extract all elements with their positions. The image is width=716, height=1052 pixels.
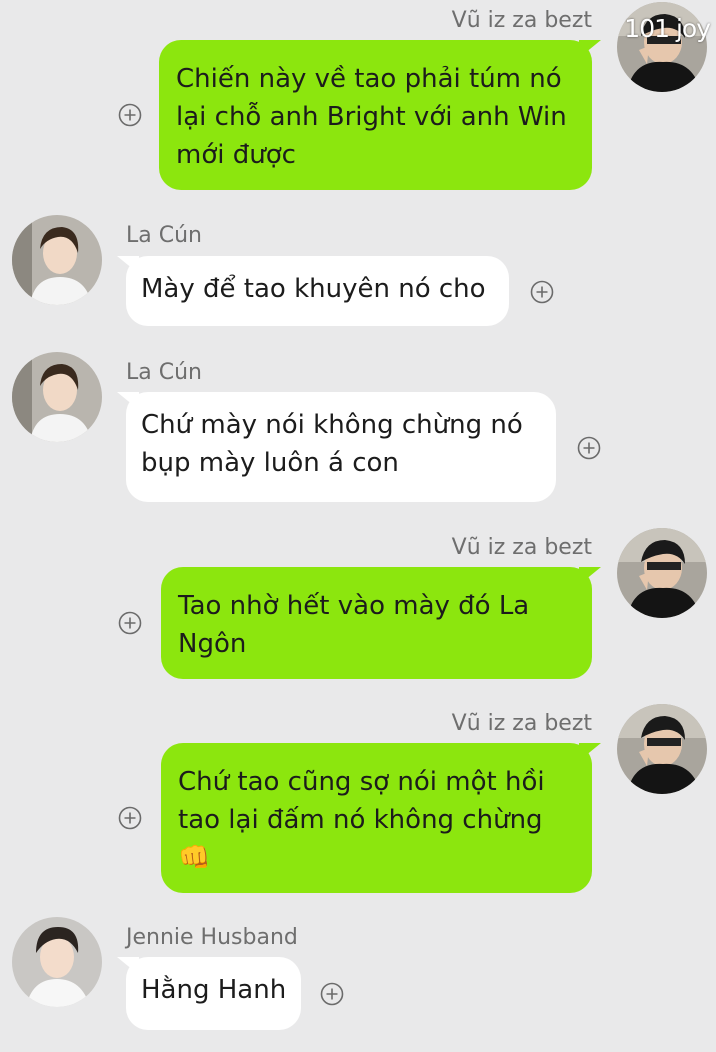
avatar[interactable] — [12, 917, 102, 1007]
message-text-line: bụp mày luôn á con — [141, 448, 399, 478]
message-text-line: Chứ mày nói không chừng nó — [141, 410, 523, 440]
message-text-line: Chiến này về tao phải túm nó — [176, 64, 562, 94]
plus-circle-icon — [530, 280, 554, 304]
message-text-line: lại chỗ anh Bright với anh Win — [176, 102, 567, 132]
message-bubble-outgoing[interactable]: Chiến này về tao phải túm nó lại chỗ anh… — [159, 40, 592, 190]
message-bubble-incoming[interactable]: Mày để tao khuyên nó cho — [126, 256, 509, 326]
message-bubble-outgoing[interactable]: Chứ tao cũng sợ nói một hồi tao lại đấm … — [161, 743, 592, 893]
message-text-line: mới được — [176, 140, 296, 170]
message-text-line: tao lại đấm nó không chừng — [178, 805, 543, 835]
plus-circle-icon — [118, 103, 142, 127]
sender-name: La Cún — [126, 223, 202, 248]
fist-emoji: 👊 — [178, 843, 211, 873]
avatar[interactable] — [12, 352, 102, 442]
avatar[interactable] — [617, 704, 707, 794]
add-reaction-button[interactable] — [577, 436, 601, 460]
sender-name: Vũ iz za bezt — [451, 535, 592, 560]
sender-name: La Cún — [126, 360, 202, 385]
message-text-line: Mày để tao khuyên nó cho — [141, 274, 486, 304]
message-text-line: Ngôn — [178, 629, 247, 659]
plus-circle-icon — [118, 806, 142, 830]
plus-circle-icon — [577, 436, 601, 460]
message-text-line: Chứ tao cũng sợ nói một hồi — [178, 767, 545, 797]
add-reaction-button[interactable] — [118, 611, 142, 635]
message-text-line: Tao nhờ hết vào mày đó La — [178, 591, 530, 621]
sender-name: Jennie Husband — [126, 925, 298, 950]
sender-name: Vũ iz za bezt — [451, 711, 592, 736]
message-bubble-incoming[interactable]: Chứ mày nói không chừng nó bụp mày luôn … — [126, 392, 556, 502]
message-text-line: Hằng Hanh — [141, 975, 287, 1005]
plus-circle-icon — [320, 982, 344, 1006]
watermark-text: 101 joy — [624, 14, 711, 43]
avatar[interactable] — [12, 215, 102, 305]
add-reaction-button[interactable] — [118, 806, 142, 830]
sender-name: Vũ iz za bezt — [451, 8, 592, 33]
add-reaction-button[interactable] — [118, 103, 142, 127]
add-reaction-button[interactable] — [530, 280, 554, 304]
avatar[interactable] — [617, 528, 707, 618]
message-bubble-outgoing[interactable]: Tao nhờ hết vào mày đó La Ngôn — [161, 567, 592, 679]
plus-circle-icon — [118, 611, 142, 635]
add-reaction-button[interactable] — [320, 982, 344, 1006]
message-bubble-incoming[interactable]: Hằng Hanh — [126, 957, 301, 1030]
